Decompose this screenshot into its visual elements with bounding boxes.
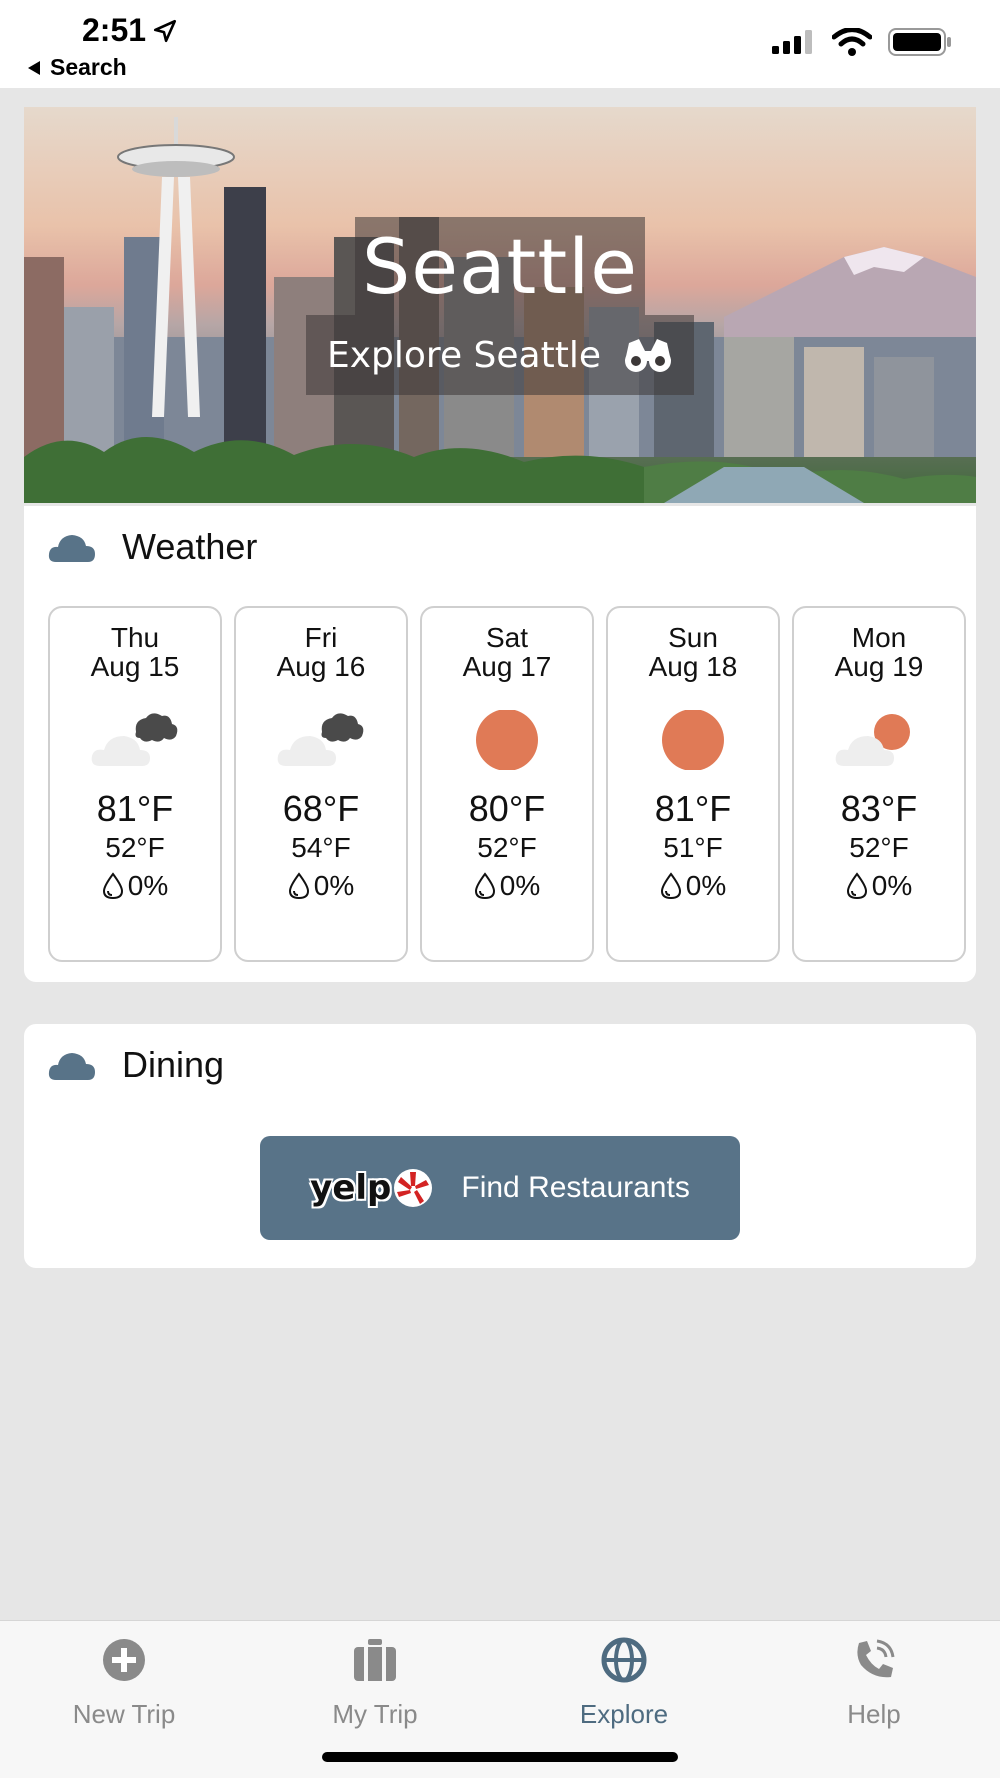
yelp-logo: yelp (310, 1168, 433, 1208)
forecast-low-temp: 52°F (849, 832, 909, 863)
forecast-high-temp: 81°F (654, 788, 732, 829)
wifi-icon (832, 28, 872, 56)
forecast-day-name: Thu (110, 622, 160, 653)
forecast-date: Aug 19 (834, 651, 924, 682)
tab-explore[interactable]: Explore (524, 1635, 724, 1730)
tab-explore-label: Explore (579, 1699, 669, 1729)
weather-card: Weather Thu Aug 15 81°F 52°F 0% Fri Aug 16 68°F… (24, 506, 976, 982)
forecast-day-card[interactable]: Fri Aug 16 68°F 54°F 0% (234, 606, 408, 962)
weather-title: Weather (122, 526, 258, 567)
forecast-icon (276, 710, 366, 770)
dining-card: Dining yelp Find Restaurants (24, 1024, 976, 1268)
cloud-icon (48, 535, 95, 562)
forecast-rain-chance: 0% (236, 870, 406, 902)
signal-icon (772, 30, 812, 54)
yelp-burst-icon (394, 1169, 433, 1207)
forecast-day-card[interactable]: Sat Aug 17 80°F 52°F 0% (420, 606, 594, 962)
forecast-rain-value: 0% (871, 870, 913, 901)
forecast-low-temp: 54°F (291, 832, 351, 863)
forecast-icon (834, 710, 924, 770)
forecast-icon (462, 709, 552, 771)
raindrop-icon (102, 872, 123, 900)
back-to-search-link[interactable]: Search (26, 54, 127, 81)
globe-icon (601, 1637, 647, 1683)
find-restaurants-label: Find Restaurants (461, 1171, 690, 1204)
cloud-icon (48, 1053, 95, 1080)
yelp-wordmark: yelp (310, 1168, 392, 1208)
forecast-rain-chance: 0% (794, 870, 964, 902)
forecast-date: Aug 17 (462, 651, 552, 682)
raindrop-icon (660, 872, 681, 900)
forecast-rain-chance: 0% (608, 870, 778, 902)
tab-new-trip-label: New Trip (72, 1699, 176, 1729)
luggage-icon (354, 1639, 396, 1681)
partly-cloudy-night-icon (91, 713, 178, 766)
forecast-day-name: Sun (668, 622, 718, 653)
forecast-low-temp: 52°F (477, 832, 537, 863)
plus-circle-icon (103, 1639, 145, 1681)
find-restaurants-button[interactable]: yelp Find Restaurants (260, 1136, 740, 1240)
forecast-day-card[interactable]: Sun Aug 18 81°F 51°F 0% (606, 606, 780, 962)
partly-cloudy-night-icon (277, 713, 364, 766)
forecast-date: Aug 18 (648, 651, 738, 682)
forecast-high-temp: 68°F (282, 788, 360, 829)
forecast-high-temp: 81°F (96, 788, 174, 829)
explore-city-label: Explore Seattle (327, 334, 601, 376)
forecast-day-name: Fri (304, 622, 338, 653)
forecast-day-name: Sat (485, 622, 529, 653)
forecast-scroller[interactable]: Thu Aug 15 81°F 52°F 0% Fri Aug 16 68°F 54°F 0% Sa… (48, 606, 976, 968)
status-time-text: 2:51 (82, 12, 147, 48)
dining-header: Dining (48, 1044, 224, 1086)
tab-new-trip[interactable]: New Trip (24, 1635, 224, 1730)
tab-my-trip[interactable]: My Trip (275, 1635, 475, 1730)
forecast-high-temp: 80°F (468, 788, 546, 829)
raindrop-icon (846, 872, 867, 900)
raindrop-icon (288, 872, 309, 900)
back-triangle-icon (28, 60, 40, 75)
forecast-rain-chance: 0% (50, 870, 220, 902)
forecast-rain-value: 0% (685, 870, 727, 901)
hero-title-box: Seattle (355, 217, 645, 315)
partly-cloudy-day-icon (835, 714, 910, 766)
forecast-rain-value: 0% (313, 870, 355, 901)
tab-my-trip-label: My Trip (332, 1699, 418, 1729)
forecast-rain-chance: 0% (422, 870, 592, 902)
phone-icon (857, 1639, 895, 1678)
forecast-row: Thu Aug 15 81°F 52°F 0% Fri Aug 16 68°F 54°F 0% Sa… (48, 606, 976, 968)
battery-icon (888, 28, 951, 56)
forecast-rain-value: 0% (499, 870, 541, 901)
weather-header: Weather (48, 526, 257, 568)
status-bar: 2:51 Search (0, 0, 1000, 88)
location-arrow-icon (153, 19, 177, 42)
forecast-icon (648, 709, 738, 771)
forecast-low-temp: 51°F (663, 832, 723, 863)
forecast-date: Aug 16 (276, 651, 366, 682)
forecast-day-card[interactable]: Thu Aug 15 81°F 52°F 0% (48, 606, 222, 962)
sun-icon (662, 709, 724, 771)
tab-help-label: Help (847, 1699, 901, 1729)
home-indicator[interactable] (322, 1752, 678, 1762)
sun-icon (476, 709, 538, 771)
forecast-rain-value: 0% (127, 870, 169, 901)
explore-city-button[interactable]: Explore Seattle (306, 315, 694, 395)
forecast-low-temp: 52°F (105, 832, 165, 863)
tab-help[interactable]: Help (774, 1635, 974, 1730)
status-time: 2:51 (82, 12, 178, 49)
dining-title: Dining (122, 1044, 225, 1085)
back-label: Search (50, 54, 127, 80)
forecast-date: Aug 15 (90, 651, 180, 682)
city-hero-banner[interactable]: Seattle Explore Seattle (24, 107, 976, 503)
forecast-icon (90, 710, 180, 770)
forecast-day-name: Mon (851, 622, 907, 653)
forecast-high-temp: 83°F (840, 788, 918, 829)
hero-city-title: Seattle (361, 221, 639, 311)
binoculars-icon (624, 339, 671, 372)
raindrop-icon (474, 872, 495, 900)
status-icons (772, 28, 952, 56)
forecast-day-card[interactable]: Mon Aug 19 83°F 52°F 0% (792, 606, 966, 962)
